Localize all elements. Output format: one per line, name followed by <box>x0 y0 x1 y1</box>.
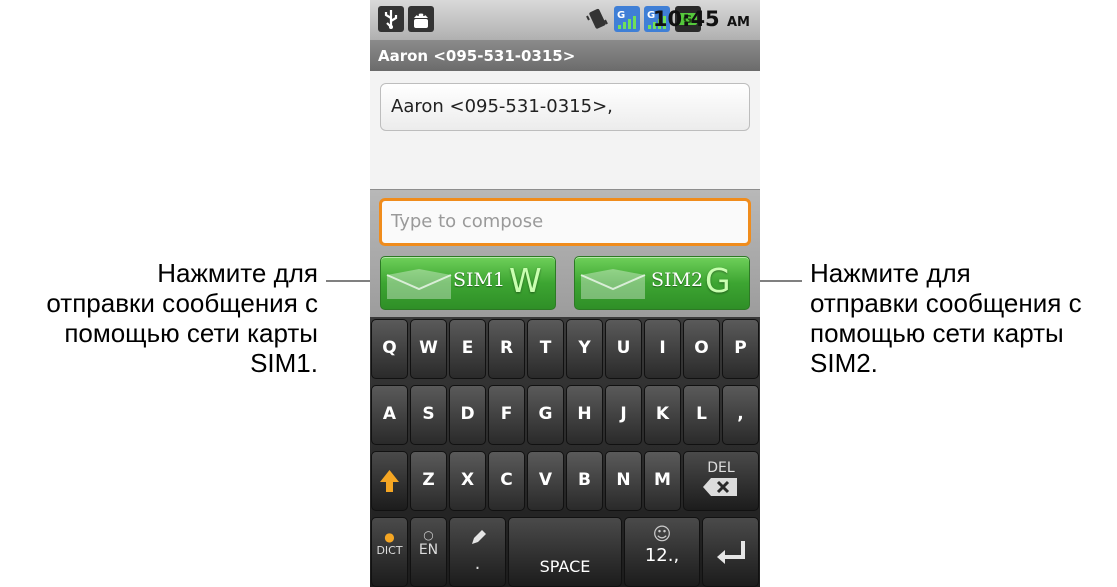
pencil-icon <box>471 530 486 544</box>
callout-line: SIM1. <box>250 348 318 378</box>
compose-panel: Type to compose SIM1 W SIM2 G <box>370 189 760 318</box>
vibrate-icon <box>584 6 610 32</box>
compose-input[interactable]: Type to compose <box>379 198 751 246</box>
key-comma[interactable]: , <box>722 385 759 445</box>
key-o[interactable]: O <box>683 319 720 379</box>
key-n[interactable]: N <box>605 451 642 511</box>
symbols-label: 12., <box>644 545 680 566</box>
callout-sim1: Нажмите для отправки сообщения с помощью… <box>0 258 318 378</box>
space-key[interactable]: SPACE <box>508 517 622 587</box>
recipient-field[interactable]: Aaron <095-531-0315>, <box>380 83 750 131</box>
key-h[interactable]: H <box>566 385 603 445</box>
dict-label: DICT <box>376 544 403 557</box>
period-key[interactable]: . <box>449 517 506 587</box>
key-x[interactable]: X <box>449 451 486 511</box>
delete-label: DEL <box>707 460 735 476</box>
delete-key[interactable]: DEL <box>683 451 759 511</box>
language-key[interactable]: ○ EN <box>410 517 447 587</box>
key-y[interactable]: Y <box>566 319 603 379</box>
key-b[interactable]: B <box>566 451 603 511</box>
clock-ampm: AM <box>727 15 750 30</box>
conversation-title: Aaron <095-531-0315> <box>370 41 760 71</box>
key-v[interactable]: V <box>527 451 564 511</box>
key-e[interactable]: E <box>449 319 486 379</box>
key-u[interactable]: U <box>605 319 642 379</box>
key-m[interactable]: M <box>644 451 681 511</box>
network-g-badge: G <box>705 261 731 300</box>
key-i[interactable]: I <box>644 319 681 379</box>
key-w[interactable]: W <box>410 319 447 379</box>
key-r[interactable]: R <box>488 319 525 379</box>
key-z[interactable]: Z <box>410 451 447 511</box>
signal-g-icon: G <box>614 6 640 32</box>
envelope-icon <box>386 269 452 299</box>
shift-arrow-icon <box>380 470 399 492</box>
callout-line: Нажмите для <box>810 258 971 288</box>
enter-key[interactable] <box>702 517 759 587</box>
send-sim1-button[interactable]: SIM1 W <box>380 256 556 310</box>
usb-icon <box>378 6 404 32</box>
key-c[interactable]: C <box>488 451 525 511</box>
circle-indicator-icon: ○ <box>423 528 434 542</box>
callout-line: Нажмите для <box>157 258 318 288</box>
callout-line: отправки сообщения с <box>810 288 1082 318</box>
send-sim1-label: SIM1 <box>453 269 506 291</box>
key-q[interactable]: Q <box>371 319 408 379</box>
key-d[interactable]: D <box>449 385 486 445</box>
key-l[interactable]: L <box>683 385 720 445</box>
soft-keyboard: Q W E R T Y U I O P A S D F G H J K L , … <box>370 317 760 587</box>
status-bar: G G G 10:45 AM <box>370 0 760 41</box>
status-clock: 10:45 AM <box>653 7 750 31</box>
period-label: . <box>474 553 481 574</box>
callout-line: отправки сообщения с <box>46 288 318 318</box>
android-icon <box>408 6 434 32</box>
key-a[interactable]: A <box>371 385 408 445</box>
key-g[interactable]: G <box>527 385 564 445</box>
dot-indicator-icon: ● <box>384 530 395 544</box>
key-k[interactable]: K <box>644 385 681 445</box>
callout-line: помощью сети карты <box>810 318 1064 348</box>
dictionary-key[interactable]: ● DICT <box>371 517 408 587</box>
callout-line: помощью сети карты <box>64 318 318 348</box>
symbols-key[interactable]: ☺ 12., <box>624 517 700 587</box>
key-s[interactable]: S <box>410 385 447 445</box>
smiley-icon: ☺ <box>652 524 672 545</box>
recipients-area: Aaron <095-531-0315>, <box>370 71 760 189</box>
callout-sim2: Нажмите для отправки сообщения с помощью… <box>810 258 1117 378</box>
enter-arrow-icon <box>716 541 745 564</box>
network-w-badge: W <box>509 261 542 300</box>
send-sim2-button[interactable]: SIM2 G <box>574 256 750 310</box>
key-j[interactable]: J <box>605 385 642 445</box>
phone-screen: G G G 10:45 AM Aaron <095-531-0315> Aaro… <box>370 0 760 587</box>
key-t[interactable]: T <box>527 319 564 379</box>
send-sim2-label: SIM2 <box>651 269 704 291</box>
backspace-icon <box>703 478 737 496</box>
svg-text:G: G <box>617 10 625 21</box>
key-p[interactable]: P <box>722 319 759 379</box>
clock-time: 10:45 <box>652 7 720 31</box>
callout-line: SIM2. <box>810 348 878 378</box>
envelope-icon <box>580 269 646 299</box>
key-f[interactable]: F <box>488 385 525 445</box>
shift-key[interactable] <box>371 451 408 511</box>
language-label: EN <box>418 542 439 558</box>
